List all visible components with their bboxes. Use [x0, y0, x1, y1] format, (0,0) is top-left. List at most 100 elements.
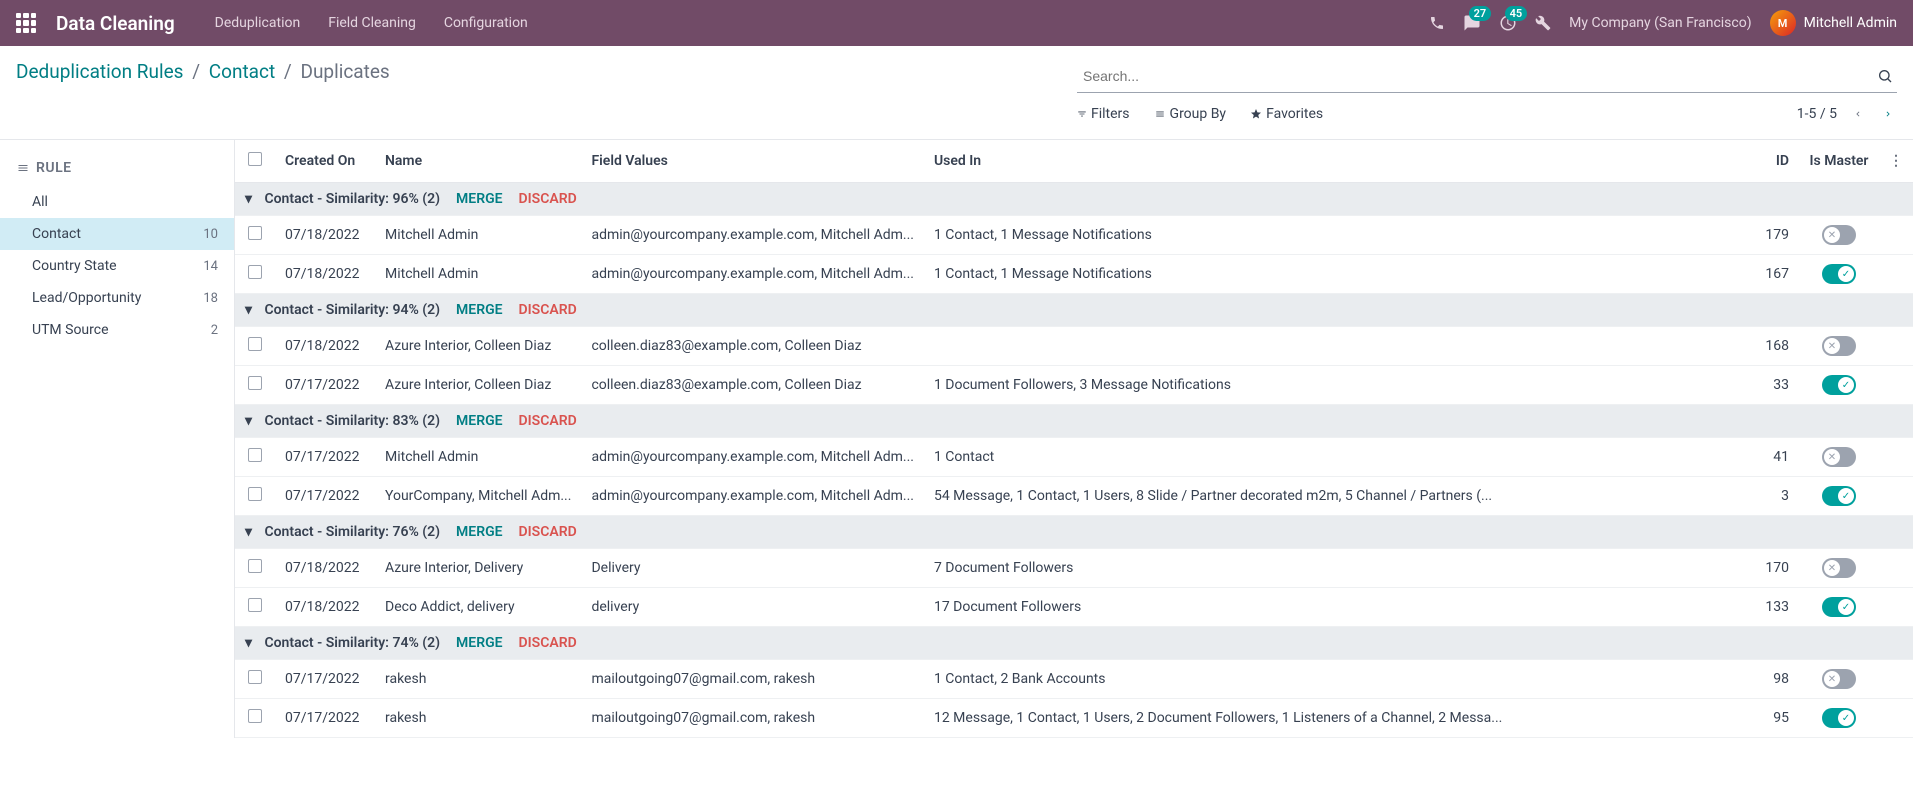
- pager: 1-5 / 5: [1797, 103, 1897, 125]
- master-toggle[interactable]: ✓: [1822, 486, 1856, 506]
- cell-name: Azure Interior, Delivery: [375, 549, 581, 588]
- merge-button[interactable]: MERGE: [456, 524, 502, 540]
- table-row[interactable]: 07/18/2022Mitchell Adminadmin@yourcompan…: [235, 216, 1913, 255]
- header-field-values[interactable]: Field Values: [581, 140, 924, 183]
- merge-button[interactable]: MERGE: [456, 413, 502, 429]
- row-checkbox[interactable]: [248, 226, 262, 240]
- groupby-button[interactable]: Group By: [1154, 106, 1227, 122]
- table-row[interactable]: 07/17/2022Mitchell Adminadmin@yourcompan…: [235, 438, 1913, 477]
- row-checkbox[interactable]: [248, 598, 262, 612]
- filters-button[interactable]: Filters: [1077, 106, 1130, 122]
- header-created-on[interactable]: Created On: [275, 140, 375, 183]
- caret-down-icon[interactable]: ▾: [245, 191, 257, 207]
- discard-button[interactable]: DISCARD: [519, 524, 577, 540]
- master-toggle[interactable]: ✓: [1822, 708, 1856, 728]
- group-row[interactable]: ▾ Contact - Similarity: 74% (2)MERGEDISC…: [235, 627, 1913, 660]
- apps-icon[interactable]: [16, 13, 36, 33]
- discuss-icon[interactable]: 27: [1463, 14, 1481, 32]
- table-row[interactable]: 07/17/2022YourCompany, Mitchell Adm...ad…: [235, 477, 1913, 516]
- cell-id: 179: [1749, 216, 1799, 255]
- cell-checkbox: [235, 588, 275, 627]
- menu-field-cleaning[interactable]: Field Cleaning: [328, 15, 416, 31]
- user-menu[interactable]: M Mitchell Admin: [1770, 10, 1897, 36]
- cell-name: Mitchell Admin: [375, 438, 581, 477]
- merge-button[interactable]: MERGE: [456, 635, 502, 651]
- master-toggle[interactable]: ✕: [1822, 558, 1856, 578]
- header-name[interactable]: Name: [375, 140, 581, 183]
- row-checkbox[interactable]: [248, 487, 262, 501]
- row-checkbox[interactable]: [248, 448, 262, 462]
- table-row[interactable]: 07/17/2022rakeshmailoutgoing07@gmail.com…: [235, 660, 1913, 699]
- cell-id: 168: [1749, 327, 1799, 366]
- sidebar-item-contact[interactable]: Contact10: [0, 218, 234, 250]
- search-icon[interactable]: [1873, 64, 1897, 88]
- group-title: Contact - Similarity: 83% (2): [264, 413, 440, 429]
- group-row[interactable]: ▾ Contact - Similarity: 94% (2)MERGEDISC…: [235, 294, 1913, 327]
- sidebar-header: RULE: [0, 150, 234, 186]
- caret-down-icon[interactable]: ▾: [245, 302, 257, 318]
- sidebar-item-country-state[interactable]: Country State14: [0, 250, 234, 282]
- breadcrumb-contact[interactable]: Contact: [209, 60, 275, 83]
- sidebar-item-lead-opportunity[interactable]: Lead/Opportunity18: [0, 282, 234, 314]
- caret-down-icon[interactable]: ▾: [245, 635, 257, 651]
- table-row[interactable]: 07/18/2022Mitchell Adminadmin@yourcompan…: [235, 255, 1913, 294]
- sidebar-item-all[interactable]: All: [0, 186, 234, 218]
- master-toggle[interactable]: ✕: [1822, 669, 1856, 689]
- select-all-checkbox[interactable]: [248, 152, 262, 166]
- activity-icon[interactable]: 45: [1499, 14, 1517, 32]
- menu-configuration[interactable]: Configuration: [444, 15, 528, 31]
- row-checkbox[interactable]: [248, 376, 262, 390]
- merge-button[interactable]: MERGE: [456, 302, 502, 318]
- table-row[interactable]: 07/17/2022rakeshmailoutgoing07@gmail.com…: [235, 699, 1913, 738]
- company-selector[interactable]: My Company (San Francisco): [1569, 15, 1751, 31]
- master-toggle[interactable]: ✓: [1822, 375, 1856, 395]
- discard-button[interactable]: DISCARD: [519, 413, 577, 429]
- group-row[interactable]: ▾ Contact - Similarity: 83% (2) MERGE DISC…: [235, 405, 1913, 438]
- header-is-master[interactable]: Is Master: [1799, 140, 1879, 183]
- cell-field-values: colleen.diaz83@example.com, Colleen Diaz: [581, 327, 924, 366]
- group-title: Contact - Similarity: 96% (2): [264, 191, 440, 207]
- master-toggle[interactable]: ✓: [1822, 264, 1856, 284]
- caret-down-icon[interactable]: ▾: [245, 524, 257, 540]
- cell-id: 98: [1749, 660, 1799, 699]
- row-checkbox[interactable]: [248, 670, 262, 684]
- row-checkbox[interactable]: [248, 709, 262, 723]
- master-toggle[interactable]: ✕: [1822, 225, 1856, 245]
- group-row[interactable]: ▾ Contact - Similarity: 96% (2) MERGE DISC…: [235, 183, 1913, 216]
- table-row[interactable]: 07/18/2022Azure Interior, DeliveryDelive…: [235, 549, 1913, 588]
- sidebar-item-label: All: [32, 194, 48, 210]
- favorites-button[interactable]: Favorites: [1250, 106, 1323, 122]
- cell-is-master: ✓: [1799, 699, 1879, 738]
- phone-icon[interactable]: [1429, 15, 1445, 31]
- group-row[interactable]: ▾ Contact - Similarity: 76% (2)MERGEDISC…: [235, 516, 1913, 549]
- header-id[interactable]: ID: [1749, 140, 1799, 183]
- sidebar-item-label: Lead/Opportunity: [32, 290, 141, 306]
- row-checkbox[interactable]: [248, 337, 262, 351]
- discard-button[interactable]: DISCARD: [519, 191, 577, 207]
- tools-icon[interactable]: [1535, 15, 1551, 31]
- table-row[interactable]: 07/18/2022Deco Addict, deliverydelivery1…: [235, 588, 1913, 627]
- pager-next[interactable]: [1879, 103, 1897, 125]
- master-toggle[interactable]: ✕: [1822, 336, 1856, 356]
- columns-kebab-icon[interactable]: ⋮: [1889, 153, 1903, 169]
- pager-prev[interactable]: [1849, 103, 1867, 125]
- table-row[interactable]: 07/17/2022Azure Interior, Colleen Diazco…: [235, 366, 1913, 405]
- cell-created-on: 07/17/2022: [275, 699, 375, 738]
- table-row[interactable]: 07/18/2022Azure Interior, Colleen Diazco…: [235, 327, 1913, 366]
- row-checkbox[interactable]: [248, 265, 262, 279]
- master-toggle[interactable]: ✕: [1822, 447, 1856, 467]
- sidebar-item-utm-source[interactable]: UTM Source2: [0, 314, 234, 346]
- header-used-in[interactable]: Used In: [924, 140, 1749, 183]
- caret-down-icon[interactable]: ▾: [245, 413, 257, 429]
- breadcrumb-rules[interactable]: Deduplication Rules: [16, 60, 183, 83]
- row-checkbox[interactable]: [248, 559, 262, 573]
- master-toggle[interactable]: ✓: [1822, 597, 1856, 617]
- menu-deduplication[interactable]: Deduplication: [215, 15, 301, 31]
- merge-button[interactable]: MERGE: [456, 191, 502, 207]
- search-input[interactable]: [1077, 64, 1873, 88]
- cell-used-in: 54 Message, 1 Contact, 1 Users, 8 Slide …: [924, 477, 1749, 516]
- sidebar-item-count: 2: [211, 323, 218, 338]
- discard-button[interactable]: DISCARD: [519, 302, 577, 318]
- discard-button[interactable]: DISCARD: [519, 635, 577, 651]
- cell-id: 33: [1749, 366, 1799, 405]
